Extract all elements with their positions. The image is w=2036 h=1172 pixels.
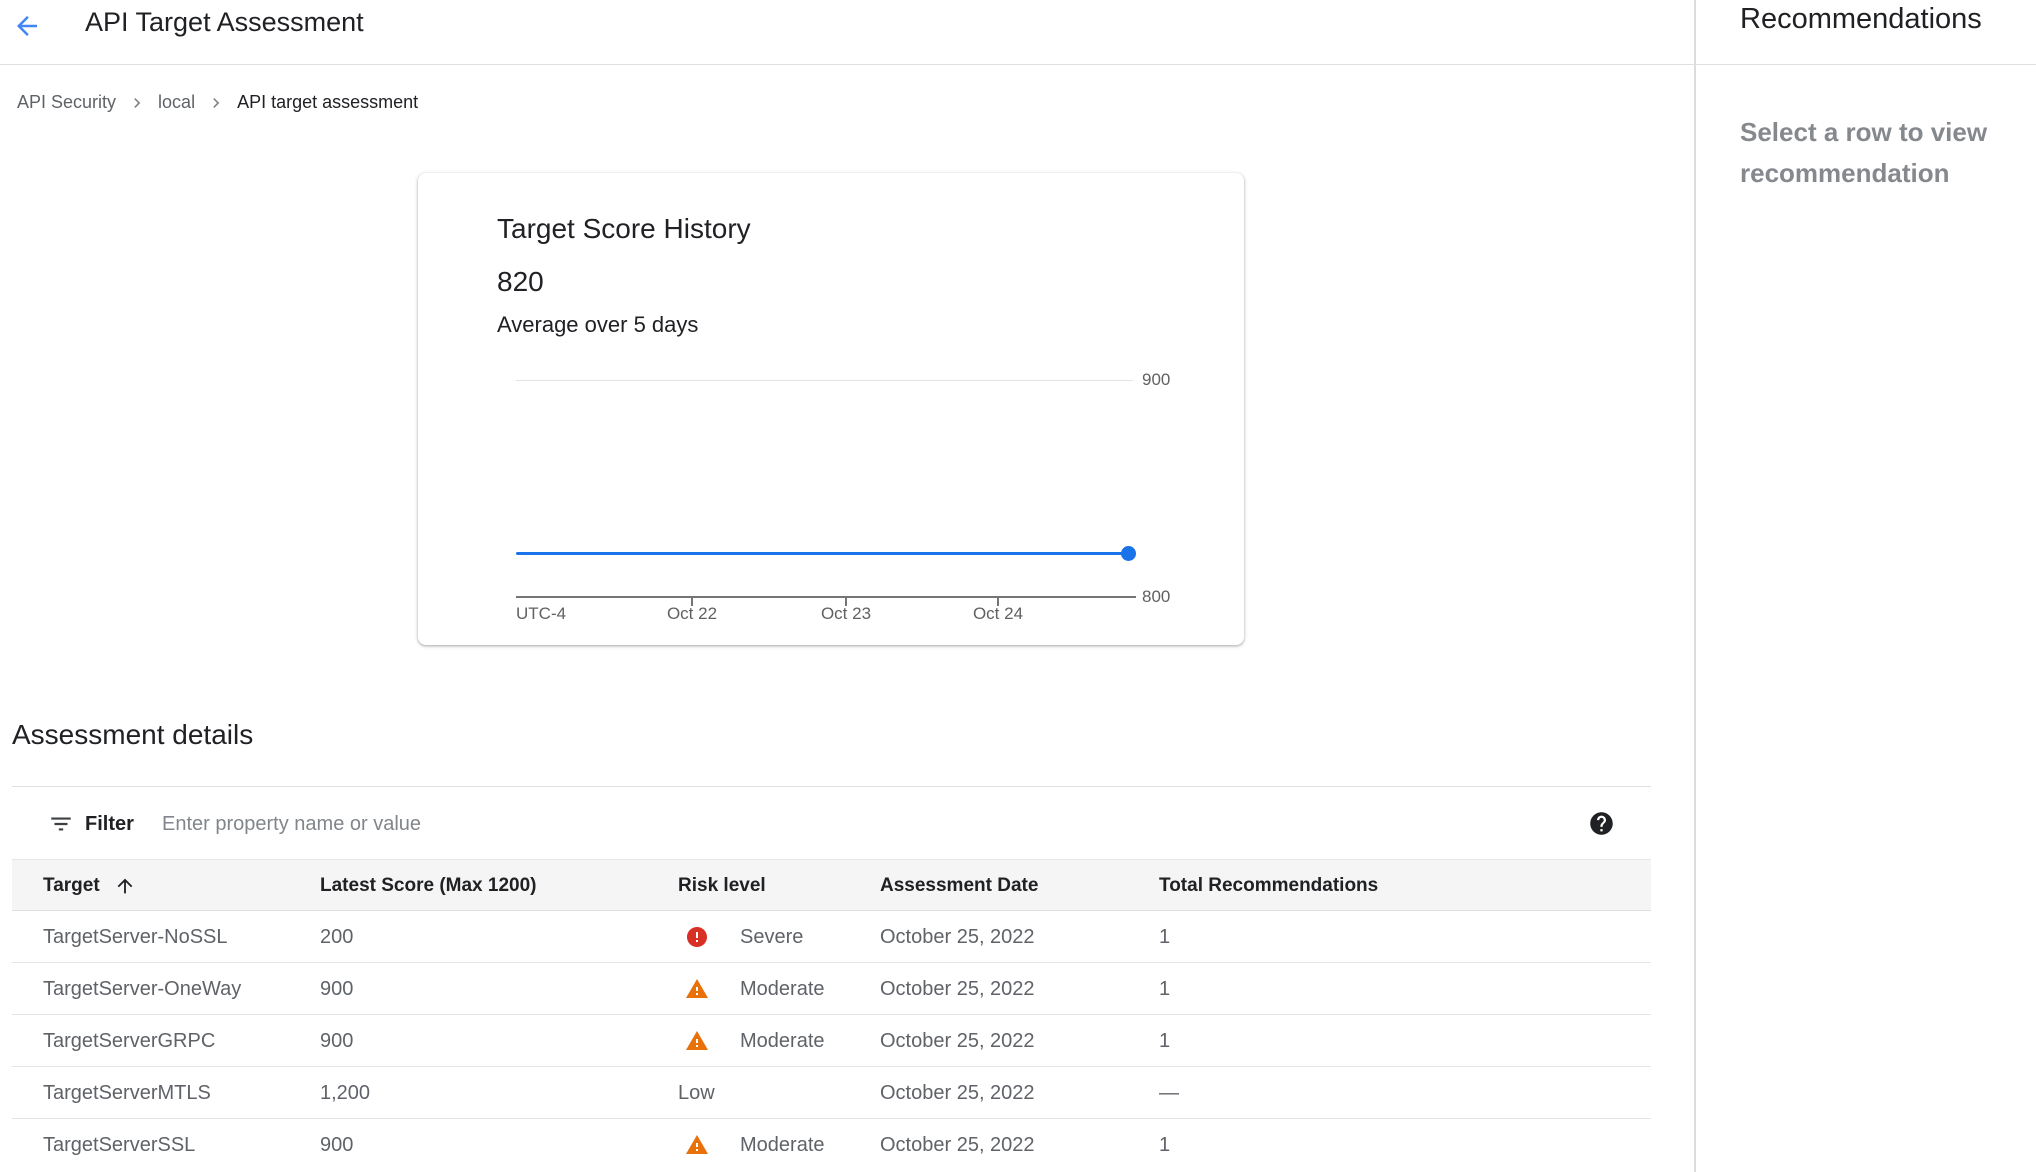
assessment-table: Target Latest Score (Max 1200) Risk leve…	[12, 859, 1651, 1171]
filter-bar: Filter	[12, 786, 1651, 859]
breadcrumb-local[interactable]: local	[158, 92, 195, 113]
target-cell: TargetServer-OneWay	[43, 963, 241, 1015]
card-title: Target Score History	[497, 213, 751, 245]
risk-label: Moderate	[740, 1119, 825, 1171]
risk-label: Low	[678, 1067, 715, 1119]
filter-input[interactable]	[162, 805, 1462, 843]
page-title: API Target Assessment	[85, 7, 364, 38]
risk-label: Severe	[740, 911, 803, 963]
risk-label: Moderate	[740, 1015, 825, 1067]
moderate-icon	[685, 977, 709, 1001]
gridline-900	[516, 380, 1133, 381]
assessment-details-heading: Assessment details	[12, 719, 253, 751]
arrow-upward-icon	[114, 875, 136, 897]
target-cell: TargetServerGRPC	[43, 1015, 215, 1067]
risk-label: Moderate	[740, 963, 825, 1015]
y-tick-label-900: 900	[1142, 370, 1202, 390]
chevron-right-icon	[127, 93, 147, 113]
table-row[interactable]: TargetServerSSL 900 Moderate October 25,…	[12, 1119, 1651, 1171]
total-recommendations-cell: 1	[1159, 963, 1170, 1015]
column-header-total-recommendations[interactable]: Total Recommendations	[1159, 860, 1378, 912]
back-button[interactable]	[10, 10, 44, 44]
help-button[interactable]	[1588, 810, 1615, 837]
column-header-latest-score[interactable]: Latest Score (Max 1200)	[320, 860, 537, 912]
total-recommendations-cell: 1	[1159, 1119, 1170, 1171]
score-cell: 900	[320, 1119, 353, 1171]
moderate-icon	[685, 1133, 709, 1157]
moderate-icon	[685, 1029, 709, 1053]
score-line-series	[516, 552, 1129, 555]
panel-divider	[1694, 0, 1696, 1172]
average-score-subtitle: Average over 5 days	[497, 312, 698, 338]
timezone-label: UTC-4	[516, 604, 566, 624]
assessment-date-cell: October 25, 2022	[880, 1067, 1035, 1119]
table-row[interactable]: TargetServerMTLS 1,200 Low October 25, 2…	[12, 1067, 1651, 1119]
table-header-row: Target Latest Score (Max 1200) Risk leve…	[12, 859, 1651, 911]
api-target-assessment-page: API Target Assessment API Security local…	[0, 0, 2036, 1172]
assessment-date-cell: October 25, 2022	[880, 1015, 1035, 1067]
target-cell: TargetServerMTLS	[43, 1067, 211, 1119]
filter-label: Filter	[85, 813, 134, 836]
x-tick-label-oct23: Oct 23	[801, 604, 891, 624]
assessment-date-cell: October 25, 2022	[880, 911, 1035, 963]
y-tick-label-800: 800	[1142, 587, 1202, 607]
arrow-back-icon	[12, 29, 42, 44]
score-cell: 1,200	[320, 1067, 370, 1119]
average-score-value: 820	[497, 266, 544, 298]
breadcrumb-api-security[interactable]: API Security	[17, 92, 116, 113]
table-row[interactable]: TargetServerGRPC 900 Moderate October 25…	[12, 1015, 1651, 1067]
severe-icon	[685, 925, 709, 949]
score-cell: 900	[320, 963, 353, 1015]
table-row[interactable]: TargetServer-OneWay 900 Moderate October…	[12, 963, 1651, 1015]
x-tick-label-oct22: Oct 22	[647, 604, 737, 624]
table-row[interactable]: TargetServer-NoSSL 200 Severe October 25…	[12, 911, 1651, 963]
x-axis-line	[516, 596, 1136, 598]
assessment-date-cell: October 25, 2022	[880, 963, 1035, 1015]
column-header-target-label: Target	[43, 860, 100, 912]
column-header-target[interactable]: Target	[43, 860, 136, 912]
header-divider	[0, 64, 2036, 65]
breadcrumb: API Security local API target assessment	[17, 92, 418, 113]
latest-point-dot	[1121, 546, 1136, 561]
total-recommendations-cell: 1	[1159, 911, 1170, 963]
chevron-right-icon	[206, 93, 226, 113]
table-body: TargetServer-NoSSL 200 Severe October 25…	[12, 911, 1651, 1171]
total-recommendations-cell: 1	[1159, 1015, 1170, 1067]
filter-list-icon	[48, 811, 74, 837]
x-tick-label-oct24: Oct 24	[953, 604, 1043, 624]
column-header-assessment-date[interactable]: Assessment Date	[880, 860, 1038, 912]
assessment-date-cell: October 25, 2022	[880, 1119, 1035, 1171]
target-cell: TargetServer-NoSSL	[43, 911, 228, 963]
target-cell: TargetServerSSL	[43, 1119, 195, 1171]
help-icon	[1588, 825, 1615, 840]
target-score-history-card: Target Score History 820 Average over 5 …	[418, 173, 1244, 645]
recommendations-empty-message: Select a row to view recommendation	[1740, 112, 2036, 194]
column-header-risk-level[interactable]: Risk level	[678, 860, 766, 912]
total-recommendations-cell: —	[1159, 1067, 1179, 1119]
score-cell: 900	[320, 1015, 353, 1067]
score-cell: 200	[320, 911, 353, 963]
recommendations-panel-title: Recommendations	[1740, 3, 1982, 36]
breadcrumb-current: API target assessment	[237, 92, 418, 113]
